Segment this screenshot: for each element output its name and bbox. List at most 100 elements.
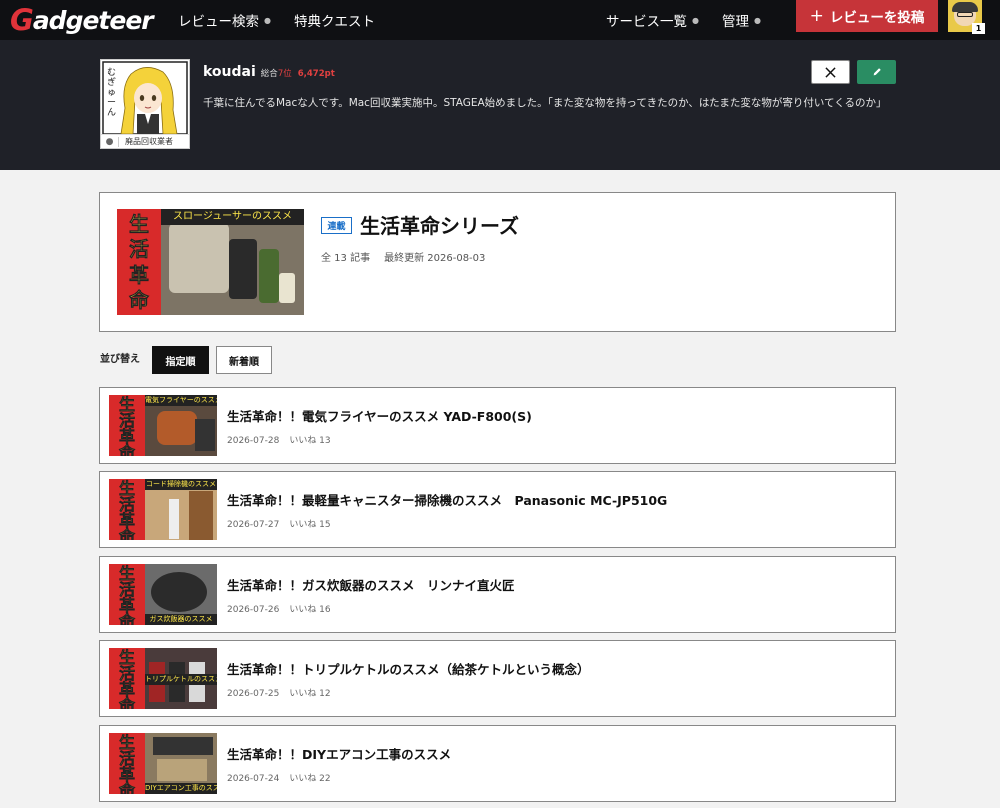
- nav-admin[interactable]: 管理 ●: [722, 0, 761, 40]
- thumb-parts: [157, 759, 207, 781]
- rank-prefix: 総合: [260, 69, 278, 79]
- kanji-4: 命: [118, 527, 136, 540]
- x-icon: [825, 66, 836, 78]
- thumb-kanji-column: 生活革命: [109, 564, 145, 625]
- logo-text: adgeteer: [32, 5, 154, 35]
- thumb-bag: [169, 223, 229, 293]
- x-share-button[interactable]: [811, 60, 850, 84]
- nav-services[interactable]: サービス一覧 ●: [606, 0, 699, 40]
- edit-profile-button[interactable]: [857, 60, 896, 84]
- sort-specified-button[interactable]: 指定順: [152, 346, 209, 374]
- thumb-kanji-column: 生活革命: [109, 395, 145, 456]
- kanji-4: 命: [129, 288, 150, 313]
- series-count: 全 13 記事: [321, 253, 371, 264]
- caret-down-icon: ●: [692, 15, 699, 25]
- nav-label: 管理: [722, 14, 749, 30]
- thumb-door: [189, 491, 213, 540]
- kanji-3: 革: [129, 262, 150, 287]
- avatar-caption: むぎゅーん: [107, 68, 117, 118]
- pencil-icon: [873, 68, 881, 76]
- kanji-4: 命: [118, 612, 136, 625]
- nav-review-search[interactable]: レビュー検索 ●: [178, 0, 271, 40]
- thumb-kanji-column: 生活革命: [109, 648, 145, 709]
- profile-name[interactable]: koudai: [203, 64, 256, 80]
- article-item[interactable]: 生活革命 コード掃除機のススメ 生活革命！！最軽量キャニスター掃除機のススメ P…: [99, 471, 896, 548]
- article-meta: 2026-07-25 いいね 12: [227, 686, 341, 699]
- thumb-vacuum: [169, 499, 179, 539]
- article-date: 2026-07-28: [227, 436, 280, 446]
- article-date: 2026-07-24: [227, 774, 280, 784]
- article-item[interactable]: 生活革命 DIYエアコン工事のススメ 生活革命！！DIYエアコン工事のススメ 2…: [99, 725, 896, 802]
- article-meta: 2026-07-27 いいね 15: [227, 517, 341, 530]
- profile-badge: ● 廃品回収業者: [101, 134, 189, 148]
- badge-label: 廃品回収業者: [125, 137, 173, 146]
- article-thumbnail[interactable]: 生活革命 コード掃除機のススメ: [109, 479, 217, 540]
- profile-avatar[interactable]: むぎゅーん ● 廃品回収業者: [100, 59, 190, 149]
- kanji-2: 活: [129, 237, 150, 262]
- article-date: 2026-07-27: [227, 520, 280, 530]
- thumb-kanji-column: 生活革命: [109, 479, 145, 540]
- article-date: 2026-07-26: [227, 605, 280, 615]
- site-logo[interactable]: Gadgeteer: [10, 3, 154, 37]
- nav-quest[interactable]: 特典クエスト: [294, 0, 375, 40]
- thumb-tools: [153, 737, 213, 755]
- kanji-4: 命: [118, 443, 136, 456]
- series-card: 生 活 革 命 スロージューサーのススメ 連載 生活革命シリーズ 全 13 記事…: [99, 192, 896, 332]
- thumb-kanji-column: 生活革命: [109, 733, 145, 794]
- thumb-banner: トリプルケトルのススメ: [145, 674, 217, 685]
- article-likes: いいね 12: [289, 689, 331, 699]
- thumb-rice-cooker: [151, 572, 207, 612]
- article-meta: 2026-07-28 いいね 13: [227, 433, 341, 446]
- series-meta: 全 13 記事 最終更新 2026-08-03: [321, 249, 499, 264]
- article-thumbnail[interactable]: 生活革命 ガス炊飯器のススメ: [109, 564, 217, 625]
- caret-down-icon: ●: [264, 15, 271, 25]
- article-thumbnail[interactable]: 生活革命 電気フライヤーのススメ: [109, 395, 217, 456]
- avatar-hair: [952, 2, 978, 12]
- article-likes: いいね 22: [289, 774, 331, 784]
- thumb-banner: スロージューサーのススメ: [161, 209, 304, 225]
- thumb-juicer: [229, 239, 257, 299]
- profile-name-row: koudai 総合7位 6,472pt: [203, 64, 335, 80]
- thumb-banner: DIYエアコン工事のススメ: [145, 783, 217, 794]
- article-item[interactable]: 生活革命 ガス炊飯器のススメ 生活革命！！ガス炊飯器のススメ リンナイ直火匠 2…: [99, 556, 896, 633]
- series-updated: 最終更新 2026-08-03: [384, 253, 486, 264]
- kanji-1: 生: [129, 211, 150, 236]
- article-item[interactable]: 生活革命 電気フライヤーのススメ 生活革命！！電気フライヤーのススメ YAD-F…: [99, 387, 896, 464]
- caret-down-icon: ●: [754, 15, 761, 25]
- thumb-banner: 電気フライヤーのススメ: [145, 395, 217, 406]
- article-title[interactable]: 生活革命！！ガス炊飯器のススメ リンナイ直火匠: [227, 575, 515, 594]
- thumb-food: [157, 411, 197, 445]
- avatar-glasses: [957, 12, 973, 17]
- article-thumbnail[interactable]: 生活革命 トリプルケトルのススメ: [109, 648, 217, 709]
- article-title[interactable]: 生活革命！！DIYエアコン工事のススメ: [227, 744, 451, 763]
- article-meta: 2026-07-24 いいね 22: [227, 771, 341, 784]
- series-thumbnail[interactable]: 生 活 革 命 スロージューサーのススメ: [117, 209, 304, 315]
- sort-label: 並び替え: [100, 354, 140, 365]
- thumb-kanji-column: 生 活 革 命: [117, 209, 161, 315]
- logo-mark: G: [10, 3, 34, 37]
- nav-label: レビュー検索: [178, 14, 259, 30]
- article-item[interactable]: 生活革命 トリプルケトルのススメ 生活革命！！トリプルケトルのススメ（給茶ケトル…: [99, 640, 896, 717]
- series-title: 生活革命シリーズ: [360, 214, 519, 238]
- article-title[interactable]: 生活革命！！トリプルケトルのススメ（給茶ケトルという概念）: [227, 659, 590, 678]
- thumb-glass: [279, 273, 295, 303]
- plus-icon: +: [809, 6, 824, 26]
- sort-newest-button[interactable]: 新着順: [216, 346, 272, 374]
- article-likes: いいね 13: [289, 436, 331, 446]
- article-title[interactable]: 生活革命！！最軽量キャニスター掃除機のススメ Panasonic MC-JP51…: [227, 490, 667, 509]
- nav-label: サービス一覧: [606, 14, 687, 30]
- series-tag: 連載: [321, 217, 352, 234]
- article-title[interactable]: 生活革命！！電気フライヤーのススメ YAD-F800(S): [227, 406, 532, 425]
- kanji-4: 命: [118, 696, 136, 709]
- article-meta: 2026-07-26 いいね 16: [227, 602, 341, 615]
- rank-value: 7位: [277, 69, 292, 79]
- article-likes: いいね 15: [289, 520, 331, 530]
- profile-points: 6,472pt: [297, 69, 335, 79]
- article-thumbnail[interactable]: 生活革命 DIYエアコン工事のススメ: [109, 733, 217, 794]
- nav-label: 特典クエスト: [294, 14, 375, 30]
- thumb-fryer: [195, 419, 215, 451]
- post-review-button[interactable]: + レビューを投稿: [796, 0, 938, 32]
- post-review-label: レビューを投稿: [829, 10, 925, 26]
- profile-bio: 千葉に住んでるMacな人です。Mac回収業実施中。STAGEA始めました。「また…: [203, 97, 887, 109]
- kanji-4: 命: [118, 781, 136, 794]
